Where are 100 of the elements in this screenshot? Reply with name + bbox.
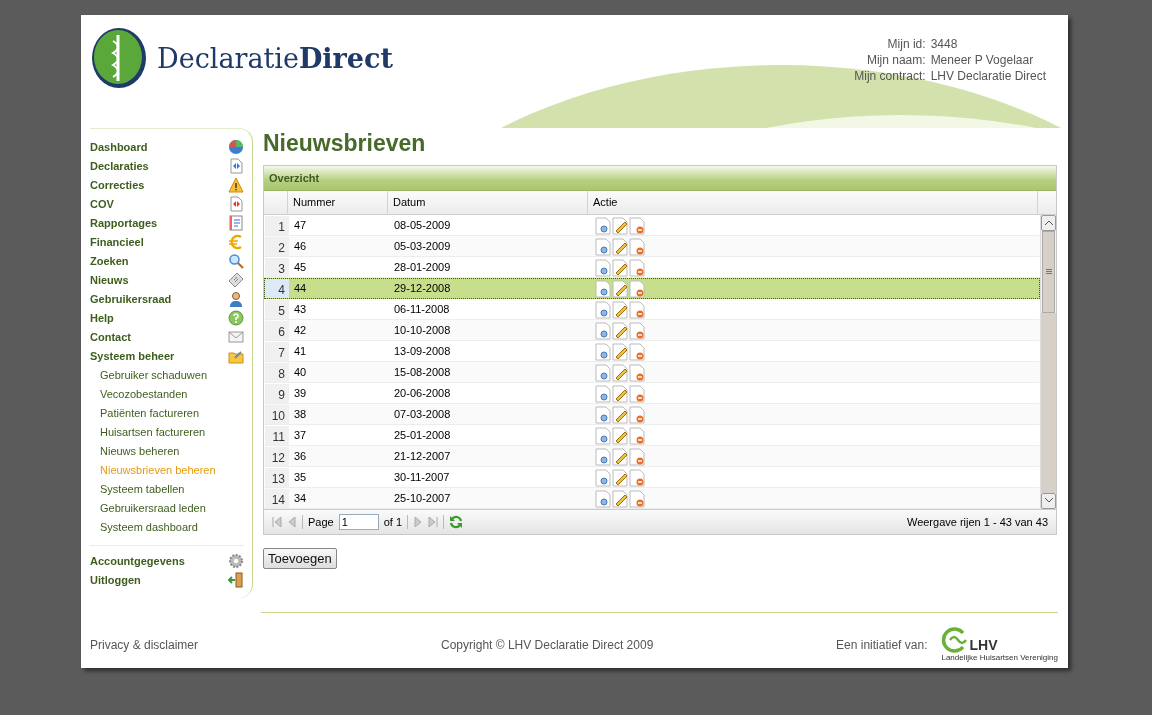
grip-icon[interactable]: [1045, 269, 1052, 275]
pencil-icon[interactable]: [612, 384, 628, 403]
pencil-icon[interactable]: [612, 342, 628, 361]
gear-icon: [228, 553, 244, 570]
nav-link[interactable]: Rapportages: [90, 217, 158, 230]
nav-link[interactable]: Gebruiker schaduwen: [90, 369, 207, 382]
nav-link[interactable]: Huisartsen factureren: [90, 426, 206, 439]
table-cell-text: 07-03-2008: [393, 407, 452, 423]
grid-row[interactable]: 2 46 05-03-2009: [264, 235, 1040, 257]
nav-link[interactable]: Dashboard: [90, 141, 148, 154]
refresh-icon[interactable]: [449, 514, 464, 529]
scroll-down-icon[interactable]: [1044, 498, 1053, 504]
pencil-icon[interactable]: [612, 279, 628, 298]
pencil-icon[interactable]: [612, 258, 628, 277]
delete-document-icon[interactable]: [629, 384, 645, 403]
nav-link[interactable]: Help: [90, 312, 114, 325]
view-document-icon[interactable]: [595, 426, 611, 445]
grid-row[interactable]: 3 45 28-01-2009: [264, 256, 1040, 278]
pencil-icon[interactable]: [612, 447, 628, 466]
delete-document-icon[interactable]: [629, 342, 645, 361]
delete-document-icon[interactable]: [629, 447, 645, 466]
column-header[interactable]: Nummer: [288, 190, 388, 214]
delete-document-icon[interactable]: [629, 300, 645, 319]
grid-row[interactable]: 8 40 15-08-2008: [264, 361, 1040, 383]
nav-link[interactable]: COV: [90, 198, 114, 211]
nav-link[interactable]: Correcties: [90, 179, 145, 192]
view-document-icon[interactable]: [595, 300, 611, 319]
view-document-icon[interactable]: [595, 447, 611, 466]
nav-link[interactable]: Patiënten factureren: [90, 407, 200, 420]
nav-link[interactable]: Nieuws: [90, 274, 129, 287]
nav-link[interactable]: Contact: [90, 331, 131, 344]
grid-row[interactable]: 5 43 06-11-2008: [264, 298, 1040, 320]
pencil-icon[interactable]: [612, 321, 628, 340]
row-number: 9: [265, 383, 289, 403]
nav-link[interactable]: Systeem tabellen: [90, 483, 185, 496]
grid-row[interactable]: 14 34 25-10-2007: [264, 487, 1040, 509]
delete-document-icon[interactable]: [629, 258, 645, 277]
pencil-icon[interactable]: [612, 405, 628, 424]
nav-link[interactable]: Vecozobestanden: [90, 388, 188, 401]
pencil-icon[interactable]: [612, 468, 628, 487]
delete-document-icon[interactable]: [629, 321, 645, 340]
grid-row[interactable]: 7 41 13-09-2008: [264, 340, 1040, 362]
column-header[interactable]: Datum: [388, 190, 588, 214]
scrollbar[interactable]: [1040, 214, 1056, 509]
view-document-icon[interactable]: [595, 384, 611, 403]
grid-row[interactable]: 9 39 20-06-2008: [264, 382, 1040, 404]
delete-document-icon[interactable]: [629, 426, 645, 445]
delete-document-icon[interactable]: [629, 405, 645, 424]
grid-row[interactable]: 13 35 30-11-2007: [264, 466, 1040, 488]
nav-link[interactable]: Gebruikersraad leden: [90, 502, 206, 515]
row-number: 11: [265, 425, 289, 445]
page-input[interactable]: 1: [338, 513, 379, 530]
view-document-icon[interactable]: [595, 321, 611, 340]
nav-link[interactable]: Uitloggen: [90, 574, 141, 587]
row-number: 5: [265, 299, 289, 319]
add-button[interactable]: Toevoegen: [263, 547, 337, 569]
delete-document-icon[interactable]: [629, 216, 645, 235]
nav-link[interactable]: Accountgegevens: [90, 555, 185, 568]
nav-link[interactable]: Financieel: [90, 236, 144, 249]
info-value: Meneer P Vogelaar: [930, 52, 1035, 68]
delete-document-icon[interactable]: [629, 468, 645, 487]
nav-link[interactable]: Declaraties: [90, 160, 149, 173]
pencil-icon[interactable]: [612, 426, 628, 445]
view-document-icon[interactable]: [595, 468, 611, 487]
nav-link[interactable]: Zoeken: [90, 255, 129, 268]
pencil-icon[interactable]: [612, 489, 628, 508]
notebook-icon: [228, 215, 244, 232]
view-document-icon[interactable]: [595, 279, 611, 298]
privacy-link[interactable]: Privacy & disclaimer: [90, 637, 199, 652]
delete-document-icon[interactable]: [629, 489, 645, 508]
nav-link[interactable]: Systeem dashboard: [90, 521, 198, 534]
view-document-icon[interactable]: [595, 258, 611, 277]
pencil-icon[interactable]: [612, 216, 628, 235]
view-document-icon[interactable]: [595, 363, 611, 382]
grid-row[interactable]: 6 42 10-10-2008: [264, 319, 1040, 341]
nav-link[interactable]: Nieuws beheren: [90, 445, 180, 458]
pencil-icon[interactable]: [612, 363, 628, 382]
view-document-icon[interactable]: [595, 489, 611, 508]
delete-document-icon[interactable]: [629, 363, 645, 382]
grid-row[interactable]: 10 38 07-03-2008: [264, 403, 1040, 425]
nav-link[interactable]: Systeem beheer: [90, 350, 175, 363]
view-document-icon[interactable]: [595, 237, 611, 256]
grid-row[interactable]: 11 37 25-01-2008: [264, 424, 1040, 446]
view-document-icon[interactable]: [595, 342, 611, 361]
scroll-up-icon[interactable]: [1044, 220, 1053, 226]
pencil-icon[interactable]: [612, 237, 628, 256]
person-icon: [228, 291, 244, 308]
table-cell-text: 20-06-2008: [393, 386, 452, 402]
nav-link[interactable]: Gebruikersraad: [90, 293, 172, 306]
view-document-icon[interactable]: [595, 405, 611, 424]
view-document-icon[interactable]: [595, 216, 611, 235]
grid-row[interactable]: 4 44 29-12-2008: [264, 277, 1040, 299]
table-cell-text: 39: [293, 386, 308, 402]
row-number: 3: [265, 257, 289, 277]
delete-document-icon[interactable]: [629, 237, 645, 256]
grid-row[interactable]: 1 47 08-05-2009: [264, 214, 1040, 236]
column-header[interactable]: Actie: [588, 190, 1038, 214]
delete-document-icon[interactable]: [629, 279, 645, 298]
pencil-icon[interactable]: [612, 300, 628, 319]
grid-row[interactable]: 12 36 21-12-2007: [264, 445, 1040, 467]
